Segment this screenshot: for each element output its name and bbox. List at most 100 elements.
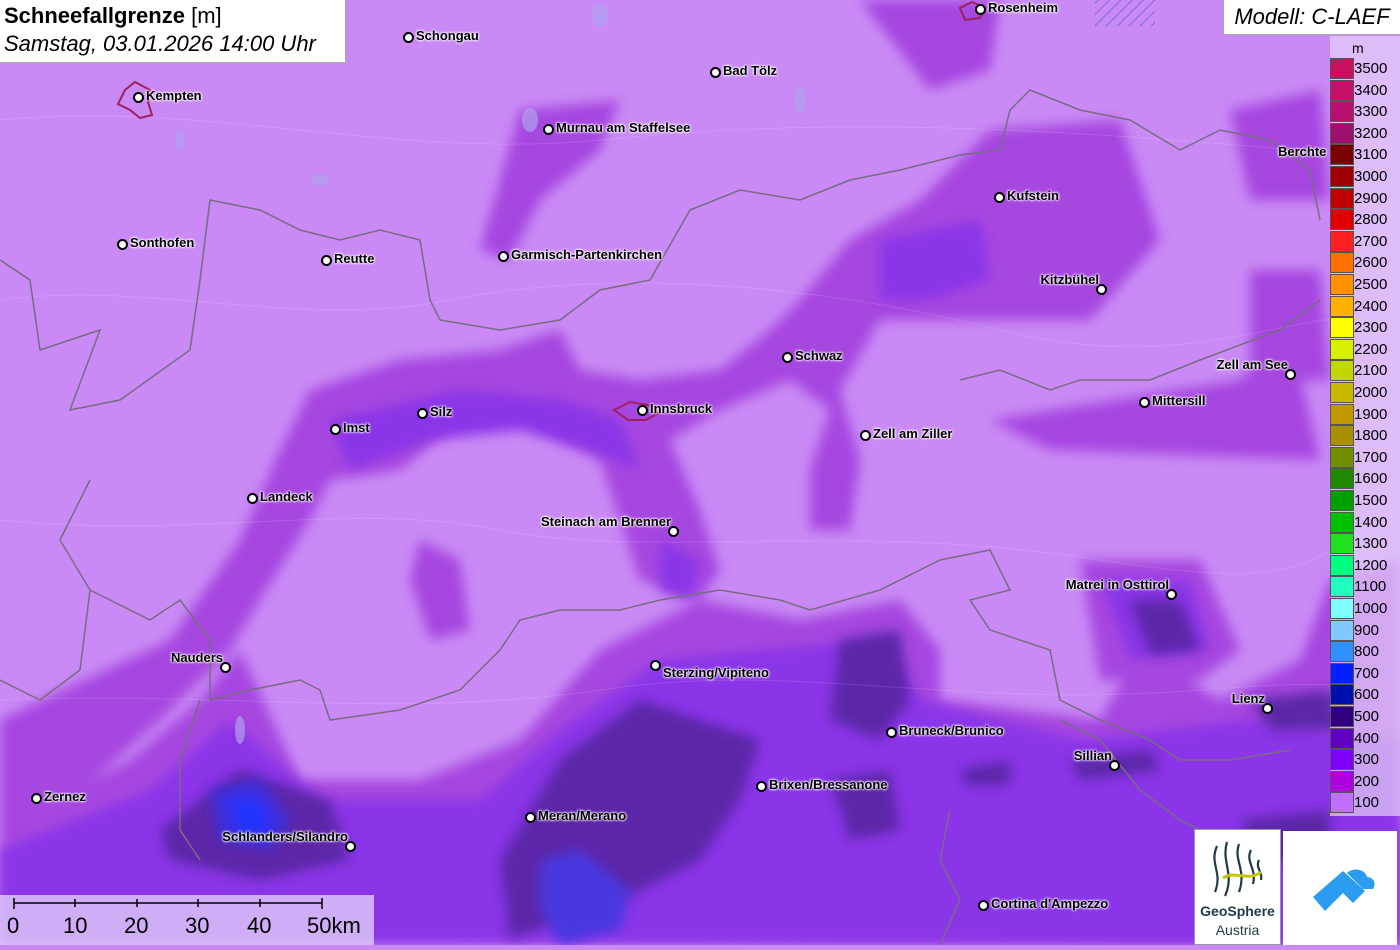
legend-swatch	[1330, 166, 1354, 187]
legend-swatch	[1330, 576, 1354, 598]
scale-bar: 0 10 20 30 40 50km	[0, 895, 374, 945]
legend-swatch	[1330, 554, 1354, 576]
legend-swatch	[1330, 490, 1354, 511]
city-label: Brixen/Bressanone	[769, 777, 888, 792]
geosphere-logo[interactable]: GeoSphere Austria	[1194, 829, 1281, 945]
legend-row: 900	[1330, 619, 1400, 641]
legend-label: 3000	[1354, 168, 1388, 185]
city-label: Garmisch-Partenkirchen	[511, 247, 663, 262]
scale-ruler	[13, 898, 323, 909]
city-marker[interactable]	[543, 124, 554, 135]
city-marker[interactable]	[525, 812, 536, 823]
city-marker[interactable]	[403, 32, 414, 43]
geosphere-country: Austria	[1215, 922, 1260, 938]
legend-row: 1900	[1330, 403, 1400, 425]
city-label: Landeck	[260, 489, 313, 504]
legend-label: 3400	[1354, 81, 1388, 99]
city-label: Nauders	[170, 650, 223, 665]
legend-row: 600	[1330, 684, 1400, 706]
legend-label: 800	[1354, 643, 1380, 661]
city-marker[interactable]	[637, 405, 648, 416]
legend-row: 1700	[1330, 446, 1400, 468]
legend-row: 700	[1330, 662, 1400, 684]
legend-label: 300	[1354, 751, 1380, 769]
scale-label-50km: 50km	[307, 913, 361, 938]
legend-label: 2200	[1354, 340, 1388, 358]
legend-label: 2600	[1354, 254, 1388, 272]
legend-swatch	[1330, 230, 1354, 252]
map-title: Schneefallgrenze	[4, 3, 185, 28]
scale-label-0: 0	[7, 913, 20, 938]
geosphere-logo-icon	[1213, 841, 1263, 897]
city-marker[interactable]	[133, 92, 144, 103]
scale-label-40: 40	[247, 913, 272, 938]
city-marker[interactable]	[782, 352, 793, 363]
legend-label: 3200	[1354, 124, 1388, 142]
city-marker[interactable]	[860, 430, 871, 441]
legend-row: 2900	[1330, 187, 1400, 209]
weather-app-logo[interactable]	[1283, 831, 1397, 945]
legend-swatch	[1330, 511, 1354, 533]
legend-swatch	[1330, 727, 1354, 749]
city-label: Berchte	[1278, 144, 1327, 159]
city-marker[interactable]	[321, 255, 332, 266]
legend-swatch	[1330, 533, 1354, 555]
city-marker[interactable]	[498, 251, 509, 262]
map-title-unit: [m]	[191, 3, 222, 28]
legend-label: 1600	[1354, 470, 1388, 488]
city-marker[interactable]	[247, 493, 258, 504]
legend-swatch	[1330, 101, 1354, 123]
legend-swatch	[1330, 619, 1354, 641]
city-marker[interactable]	[31, 793, 42, 804]
legend-swatch	[1330, 187, 1354, 209]
legend-swatch	[1330, 684, 1354, 706]
legend-label: 2400	[1354, 297, 1388, 315]
legend-row: 2400	[1330, 295, 1400, 317]
legend-unit: m	[1352, 40, 1364, 56]
legend-label: 600	[1354, 686, 1380, 704]
legend-label: 3100	[1354, 146, 1388, 164]
city-marker[interactable]	[756, 781, 767, 792]
city-label: Schlanders/Silandro	[222, 829, 348, 844]
legend-row: 1600	[1330, 468, 1400, 490]
legend-label: 2800	[1354, 211, 1388, 229]
city-marker[interactable]	[330, 424, 341, 435]
legend-row: 1200	[1330, 554, 1400, 576]
legend-label: 2500	[1354, 276, 1388, 293]
city-marker[interactable]	[710, 67, 721, 78]
city-label: Schwaz	[795, 348, 843, 363]
legend-label: 700	[1354, 664, 1380, 682]
legend-swatch	[1330, 144, 1354, 166]
legend-row: 2200	[1330, 338, 1400, 360]
legend-row: 1800	[1330, 425, 1400, 447]
city-marker[interactable]	[975, 4, 986, 15]
city-label: Kufstein	[1007, 188, 1059, 203]
city-label: Schongau	[416, 28, 479, 43]
city-marker[interactable]	[886, 727, 897, 738]
city-label: Mittersill	[1152, 393, 1206, 408]
legend-row: 200	[1330, 770, 1400, 792]
legend-swatch	[1330, 295, 1354, 317]
city-label: Steinach am Brenner	[540, 514, 671, 529]
legend-swatch	[1330, 706, 1354, 727]
legend-row: 3200	[1330, 122, 1400, 144]
snowfall-line-map[interactable]	[0, 0, 1400, 945]
city-label: Lienz	[1231, 691, 1265, 706]
color-legend: m 3500 3400 3300 3200 3100 3000 2900 2800 2700 26…	[1330, 36, 1400, 816]
city-marker[interactable]	[117, 239, 128, 250]
city-marker[interactable]	[417, 408, 428, 419]
city-label: Innsbruck	[650, 401, 713, 416]
legend-row: 3300	[1330, 101, 1400, 123]
city-marker[interactable]	[1139, 397, 1150, 408]
city-marker[interactable]	[978, 900, 989, 911]
scale-label-20: 20	[124, 913, 149, 938]
legend-swatch	[1330, 360, 1354, 382]
city-label: Matrei in Osttirol	[1065, 577, 1169, 592]
legend-label: 2000	[1354, 384, 1388, 401]
legend-row: 3000	[1330, 166, 1400, 187]
city-label: Kempten	[146, 88, 202, 103]
city-marker[interactable]	[650, 660, 661, 671]
legend-swatch	[1330, 274, 1354, 295]
city-marker[interactable]	[994, 192, 1005, 203]
city-label: Silz	[430, 404, 453, 419]
